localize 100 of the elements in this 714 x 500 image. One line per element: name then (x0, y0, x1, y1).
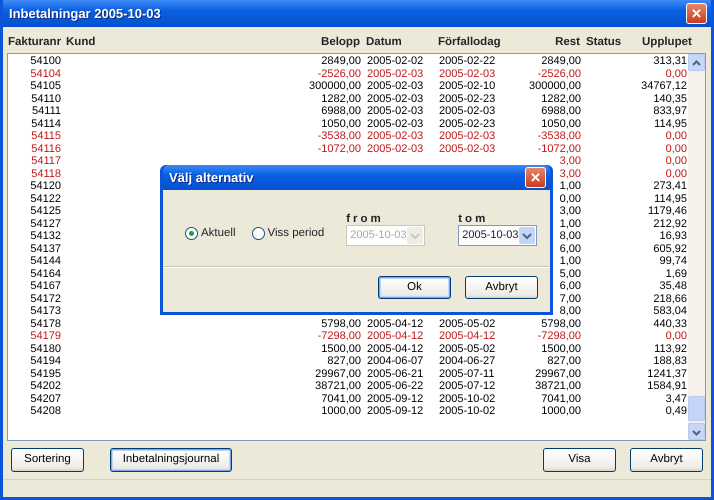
table-cell-text: 2005-02-22 (439, 55, 496, 68)
table-cell: 1179,46 (648, 205, 687, 218)
table-cell-text: 2005-02-03 (367, 80, 424, 92)
table-cell: 5798,00 (321, 318, 361, 330)
table-cell: 113,92 (654, 342, 687, 355)
scroll-down-button[interactable] (688, 423, 705, 440)
column-header[interactable]: Förfallodag (438, 34, 500, 52)
table-cell: 212,92 (653, 218, 687, 230)
close-button[interactable]: × (686, 3, 707, 24)
table-cell: 7041,00 (321, 392, 361, 405)
table-cell: 7041,00 (541, 392, 581, 405)
table-cell: -7298,00 (318, 330, 361, 342)
table-cell: 1282,00 (321, 92, 361, 105)
table-cell: 440,33 (653, 318, 687, 330)
table-cell-text: 2005-02-03 (367, 92, 424, 105)
table-cell-text: 2005-02-03 (367, 105, 424, 118)
table-cell-text: 2005-05-02 (439, 318, 496, 330)
date-dropdown[interactable]: 2005-10-03 (458, 225, 538, 246)
column-header[interactable]: Kund (66, 34, 294, 52)
table-cell: 3,00 (560, 205, 581, 218)
table-cell: 0,00 (666, 130, 687, 142)
table-cell: 0,00 (666, 168, 687, 180)
close-button[interactable]: × (525, 167, 546, 188)
table-cell: -2526,00 (318, 68, 361, 80)
table-cell-text: 2005-06-21 (367, 368, 424, 380)
table-cell-text: 2005-10-02 (439, 405, 496, 418)
table-cell: 1,00 (560, 255, 581, 268)
scrollbar[interactable] (688, 54, 705, 440)
table-cell: 218,66 (653, 292, 687, 305)
column-header[interactable]: Fakturanr (8, 34, 60, 52)
invoice-number: 54115 (31, 130, 61, 142)
table-cell-text: 2005-02-10 (439, 80, 496, 92)
table-cell: 99,74 (659, 255, 687, 268)
table-cell: -2526,00 (538, 68, 581, 80)
table-cell: 34767,12 (641, 80, 687, 92)
scroll-thumb[interactable] (688, 396, 705, 421)
table-cell: 8,00 (560, 305, 581, 318)
button[interactable]: Ok (378, 276, 451, 299)
column-header[interactable]: Datum (366, 34, 432, 52)
radio-button[interactable]: Aktuell (185, 224, 236, 242)
table-cell: 140,35 (653, 92, 687, 105)
table-cell: 833,97 (653, 105, 687, 118)
table-cell: 1241,37 (647, 368, 687, 380)
table-cell: 16,93 (659, 230, 687, 242)
table-cell: 8,00 (560, 230, 581, 242)
table-cell-text: 2005-04-12 (367, 342, 424, 355)
table-cell-text: 2005-09-12 (367, 405, 424, 418)
dialog-title: Välj alternativ (169, 168, 254, 187)
table-cell: 1,00 (560, 180, 581, 192)
table-cell: 188,83 (653, 355, 687, 368)
table-cell: -3538,00 (538, 130, 581, 142)
table-cell: 827,00 (547, 355, 581, 368)
table-cell: 300000,00 (529, 80, 581, 92)
invoice-number: 54111 (32, 105, 61, 118)
table-cell: 38721,00 (315, 380, 361, 392)
column-header[interactable]: Rest (555, 34, 580, 52)
invoice-number: 54207 (30, 392, 61, 405)
radio-button[interactable]: Viss period (252, 224, 324, 242)
table-cell-text: 2005-02-02 (367, 55, 424, 68)
button[interactable]: Sortering (11, 448, 84, 472)
table-cell: 0,00 (666, 68, 687, 80)
invoice-number: 54179 (30, 330, 61, 342)
button[interactable]: Visa (543, 448, 616, 472)
table-cell-text: 2005-02-23 (439, 118, 496, 130)
invoice-number: 54178 (30, 318, 61, 330)
column-header[interactable]: Upplupet (642, 34, 692, 52)
table-cell: 583,04 (653, 305, 687, 318)
invoice-number: 54125 (30, 205, 61, 218)
table-cell: 1500,00 (541, 342, 581, 355)
button[interactable]: Inbetalningsjournal (110, 448, 232, 472)
invoice-number: 54114 (31, 118, 61, 130)
column-header[interactable]: Belopp (321, 34, 360, 52)
table-cell: 38721,00 (535, 380, 581, 392)
table-cell-text: 2005-05-02 (439, 342, 496, 355)
field-label: from (346, 213, 385, 225)
table-cell: 3,00 (560, 168, 581, 180)
table-cell: 2849,00 (541, 55, 581, 68)
table-cell: -1072,00 (538, 142, 581, 155)
table-cell: 0,00 (666, 330, 687, 342)
table-cell-text: 2005-09-12 (367, 392, 424, 405)
invoice-number: 54195 (30, 368, 61, 380)
table-cell: 1,69 (666, 268, 687, 280)
table-cell-text: 2005-02-03 (439, 130, 496, 142)
table-cell-text: 2005-04-12 (439, 330, 496, 342)
table-cell: 114,95 (654, 192, 687, 205)
table-cell: -1072,00 (318, 142, 361, 155)
column-header[interactable]: Status (586, 34, 636, 52)
table-cell: 7,00 (560, 292, 581, 305)
scroll-up-button[interactable] (688, 54, 705, 71)
invoice-number: 54116 (31, 142, 61, 155)
table-cell-text: 2005-04-12 (367, 318, 424, 330)
invoice-number: 54100 (30, 55, 61, 68)
invoice-number: 54110 (31, 92, 61, 105)
invoice-number: 54120 (30, 180, 61, 192)
invoice-number: 54180 (30, 342, 61, 355)
table-cell: 6988,00 (321, 105, 361, 118)
button[interactable]: Avbryt (630, 448, 703, 472)
button[interactable]: Avbryt (465, 276, 538, 299)
table-cell-text: 2004-06-27 (439, 355, 496, 368)
table-cell: 0,00 (666, 155, 687, 168)
